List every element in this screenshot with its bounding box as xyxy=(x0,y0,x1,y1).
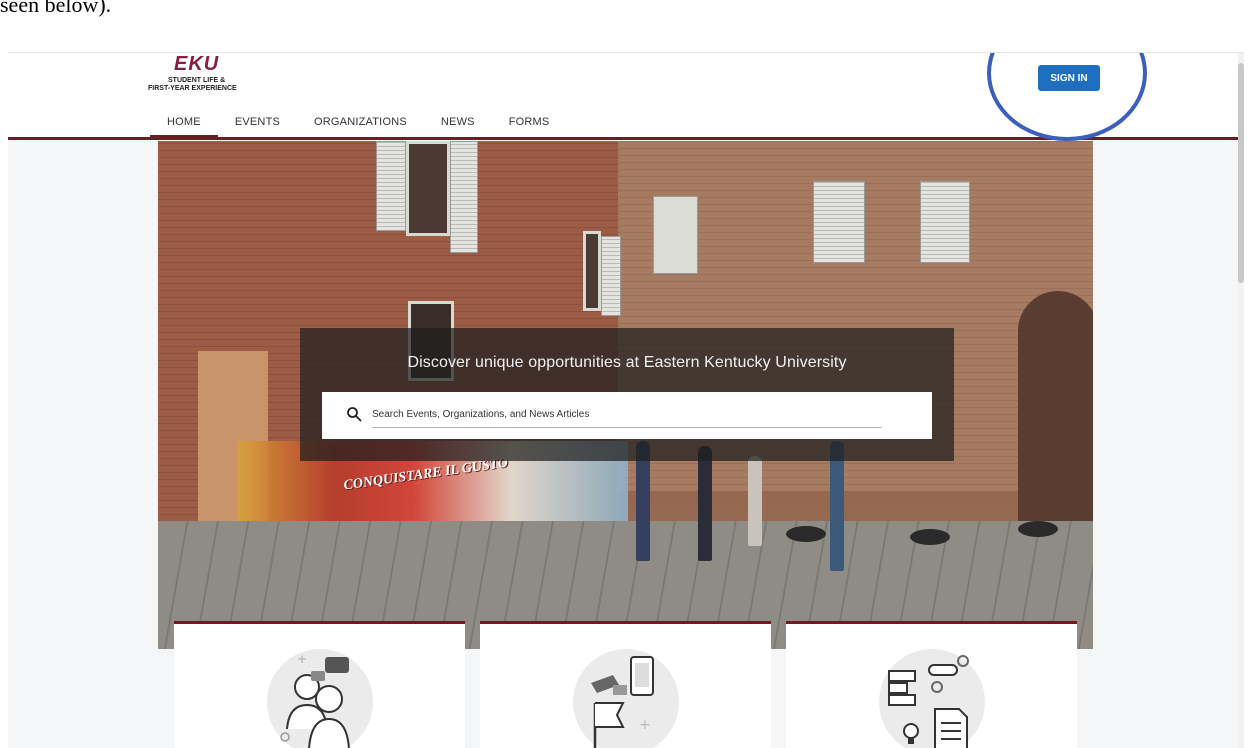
search-input[interactable] xyxy=(372,402,882,428)
svg-text:+: + xyxy=(297,652,307,666)
nav-events[interactable]: EVENTS xyxy=(218,105,297,138)
forms-document-icon xyxy=(879,649,985,748)
logo-wordmark: EKU xyxy=(174,53,220,75)
hero-search-panel: Discover unique opportunities at Eastern… xyxy=(300,328,954,461)
web-page: EKU STUDENT LIFE & FIRST-YEAR EXPERIENCE… xyxy=(8,52,1244,748)
page-scrollbar[interactable] xyxy=(1238,53,1244,748)
search-icon xyxy=(347,407,362,422)
eku-logo[interactable]: EKU STUDENT LIFE & FIRST-YEAR EXPERIENCE xyxy=(148,53,268,93)
main-nav: HOME EVENTS ORGANIZATIONS NEWS FORMS xyxy=(150,105,566,138)
search-box[interactable] xyxy=(322,392,932,439)
site-header: EKU STUDENT LIFE & FIRST-YEAR EXPERIENCE… xyxy=(8,53,1244,140)
feature-cards: + + xyxy=(158,621,1093,748)
svg-text:+: + xyxy=(639,717,651,733)
nav-home[interactable]: HOME xyxy=(150,105,218,138)
hero-banner: CONQUISTARE IL GUSTO Discover unique opp… xyxy=(158,141,1093,649)
hero-archway xyxy=(1018,291,1093,531)
scrollbar-thumb[interactable] xyxy=(1238,63,1244,283)
card-events[interactable]: + xyxy=(480,621,771,748)
document-caption: seen below). xyxy=(0,0,112,17)
sign-in-button[interactable]: SIGN IN xyxy=(1038,65,1100,91)
logo-subtitle-line1: STUDENT LIFE & xyxy=(168,77,226,84)
card-organizations[interactable]: + xyxy=(174,621,465,748)
header-divider xyxy=(8,137,1244,140)
events-flag-phone-icon: + xyxy=(573,649,679,748)
nav-forms[interactable]: FORMS xyxy=(492,105,567,138)
card-forms[interactable] xyxy=(786,621,1077,748)
hero-heading: Discover unique opportunities at Eastern… xyxy=(407,354,847,371)
nav-news[interactable]: NEWS xyxy=(424,105,492,138)
logo-subtitle-line2: FIRST-YEAR EXPERIENCE xyxy=(148,85,237,92)
nav-organizations[interactable]: ORGANIZATIONS xyxy=(297,105,424,138)
people-chat-icon: + xyxy=(267,649,373,748)
